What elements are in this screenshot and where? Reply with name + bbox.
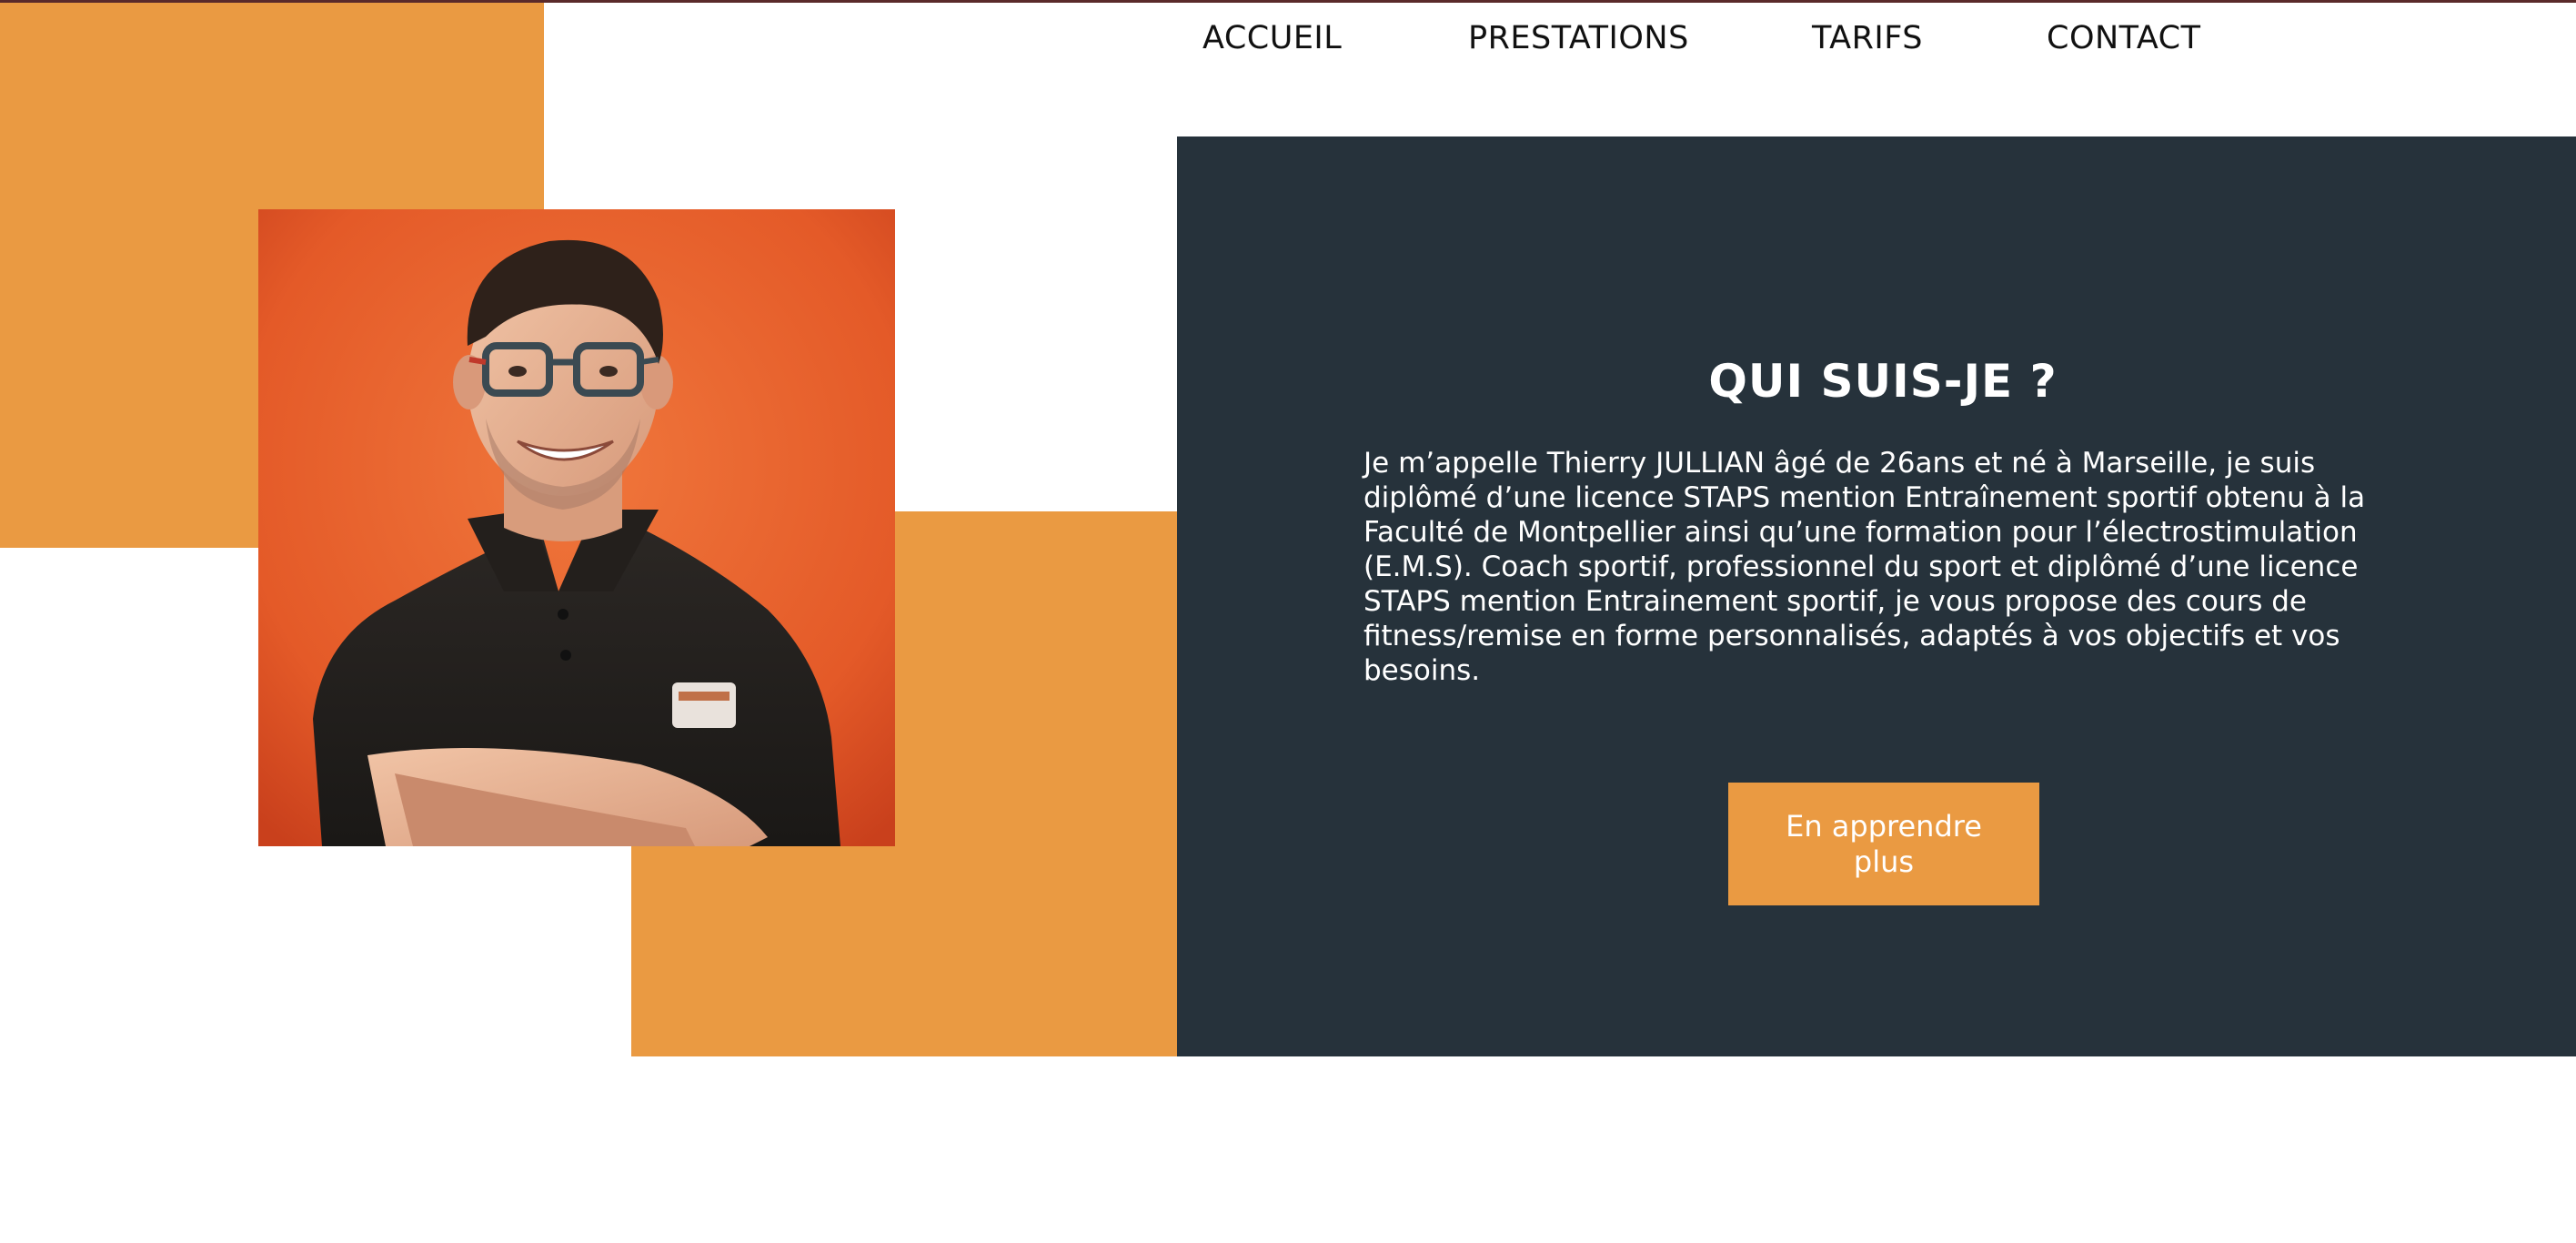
nav-item-tarifs[interactable]: TARIFS — [1812, 20, 1923, 56]
learn-more-button[interactable]: En apprendre plus — [1728, 783, 2039, 905]
about-title: QUI SUIS-JE ? — [1708, 355, 2058, 408]
nav-item-accueil[interactable]: ACCUEIL — [1202, 20, 1342, 56]
coach-portrait-photo — [258, 209, 895, 846]
nav-item-contact[interactable]: CONTACT — [2047, 20, 2200, 56]
nav-item-prestations[interactable]: PRESTATIONS — [1468, 20, 1689, 56]
main-navigation: ACCUEIL PRESTATIONS TARIFS CONTACT — [1177, 0, 2250, 84]
about-description: Je m’appelle Thierry JULLIAN âgé de 26an… — [1363, 447, 2366, 687]
page: ACCUEIL PRESTATIONS TARIFS CONTACT QUI S… — [0, 0, 2576, 1243]
